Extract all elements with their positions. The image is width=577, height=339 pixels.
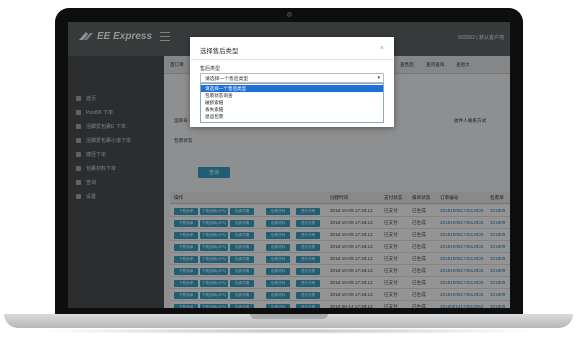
option-placeholder[interactable]: 请选择一个售后类型 (201, 85, 383, 92)
app-screen: EE Express 603062 | 默认客户地 首页 Post96 下单 活… (68, 22, 510, 308)
option-status-inquiry[interactable]: 包裹状态询查 (201, 92, 383, 99)
after-sales-type-options: 请选择一个售后类型 包裹状态询查 破损索赔 丢失索赔 退运包裹 (200, 83, 384, 123)
select-value: 请选择一个售后类型 (205, 76, 249, 82)
laptop-frame: EE Express 603062 | 默认客户地 首页 Post96 下单 活… (0, 0, 577, 339)
base-shadow (30, 328, 547, 334)
after-sales-type-label: 售后类型 (200, 66, 221, 72)
option-return-parcel[interactable]: 退运包裹 (201, 113, 383, 120)
modal-title: 选择售后类型 (200, 48, 239, 55)
after-sales-type-select[interactable]: 请选择一个售后类型 ▾ (200, 73, 384, 83)
chevron-down-icon: ▾ (377, 75, 380, 81)
base-notch (250, 314, 328, 319)
modal-divider (190, 59, 394, 60)
close-icon[interactable]: × (380, 45, 384, 52)
after-sales-modal: 选择售后类型 × 售后类型 请选择一个售后类型 ▾ 请选择一个售后类型 包裹状态… (190, 37, 394, 127)
camera-icon (287, 12, 292, 17)
option-loss-claim[interactable]: 丢失索赔 (201, 106, 383, 113)
option-damage-claim[interactable]: 破损索赔 (201, 99, 383, 106)
